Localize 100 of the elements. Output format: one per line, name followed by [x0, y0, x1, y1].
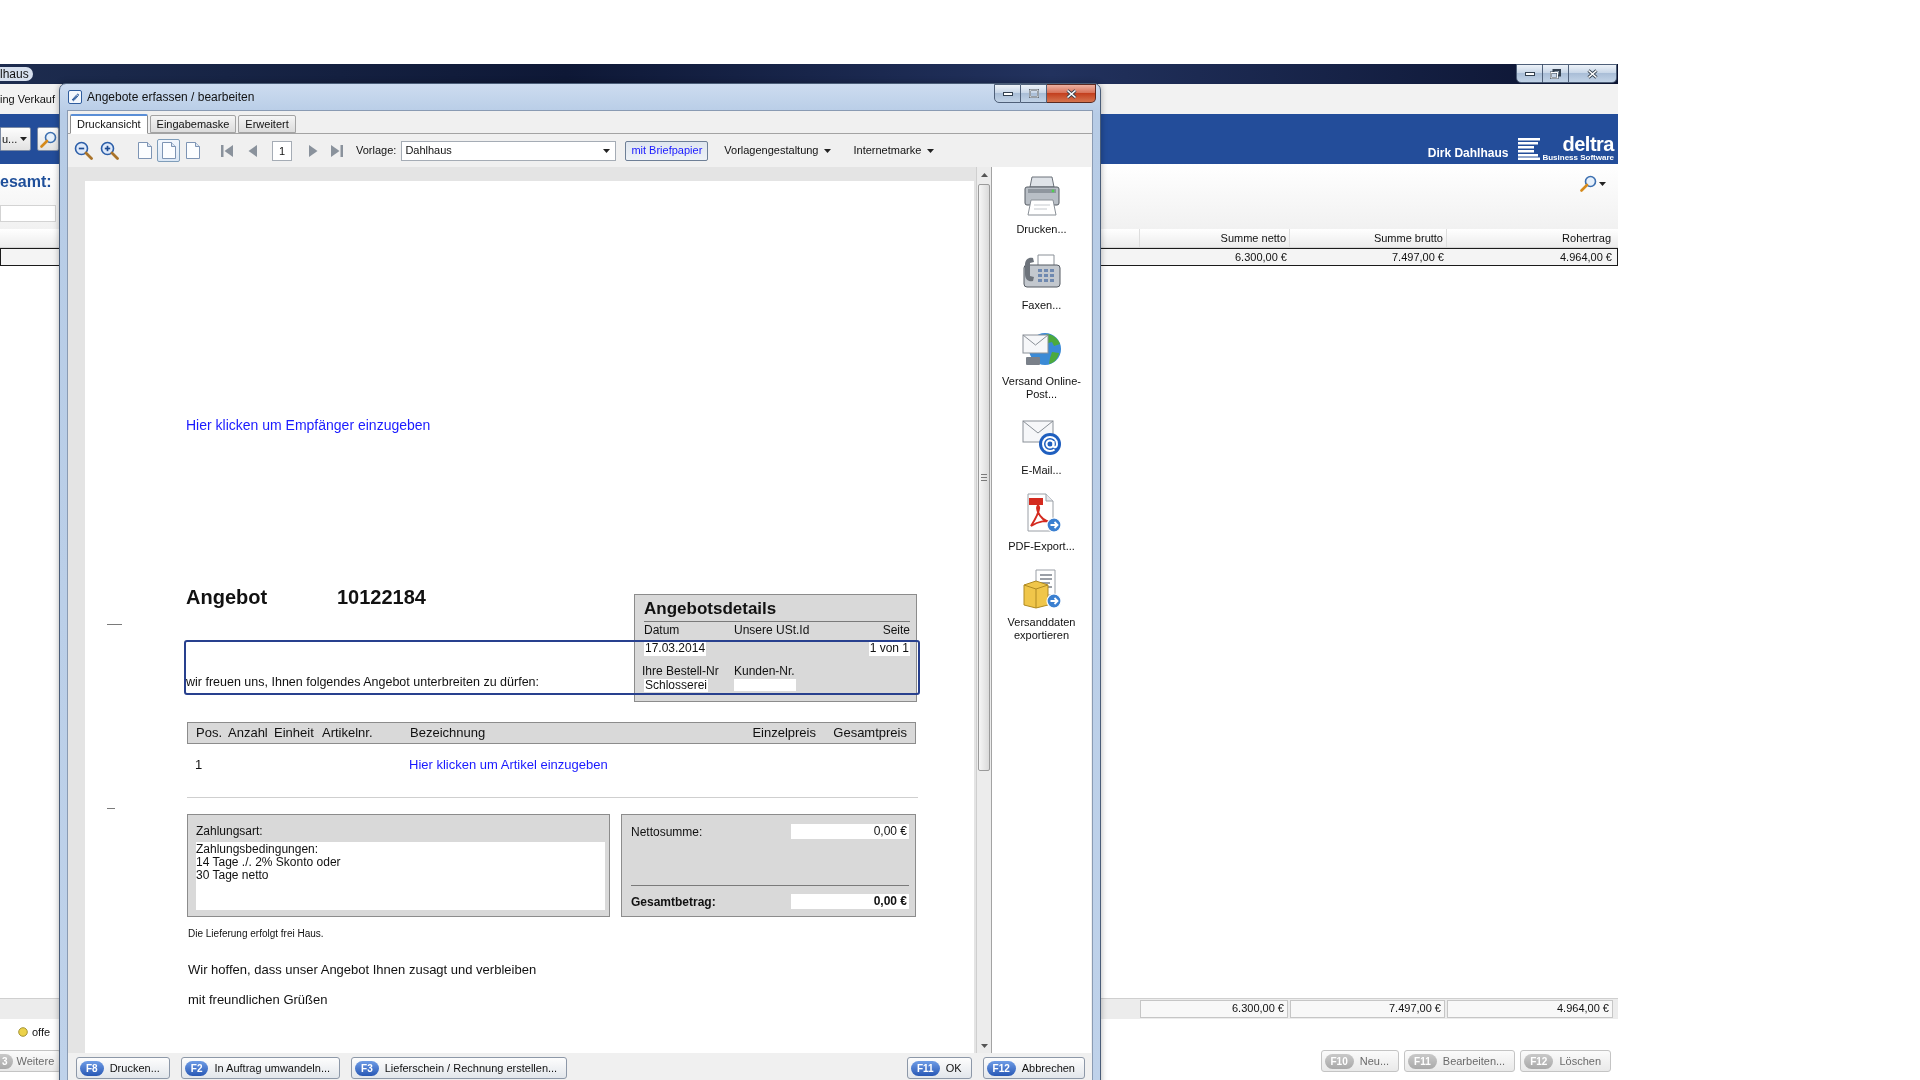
status-label: offe: [32, 1024, 51, 1040]
shortcut-key: F8: [80, 1060, 104, 1076]
column-header: Artikelnr.: [322, 724, 374, 743]
status-dot-icon: [18, 1027, 28, 1037]
template-design-menu[interactable]: Vorlagengestaltung: [724, 142, 832, 159]
letterhead-toggle[interactable]: mit Briefpapier: [625, 140, 709, 161]
page-view-button[interactable]: [157, 139, 180, 162]
table-cell-text: 4.964,00 €: [1560, 250, 1612, 265]
column-header: Einzelpreis: [751, 724, 816, 743]
template-dropdown[interactable]: Dahlhaus: [401, 140, 617, 161]
column-header[interactable]: Summe brutto: [1373, 229, 1443, 247]
column-header: Gesamtpreis: [832, 724, 907, 743]
net-total-label: Nettosumme:: [631, 823, 703, 841]
export-shipping-data-button[interactable]: Versanddaten exportieren: [995, 569, 1088, 642]
total-label: esamt:: [0, 172, 53, 192]
close-icon: [1065, 88, 1077, 99]
details-heading: Angebotsdetails: [644, 598, 778, 619]
menu-item[interactable]: Verkauf: [17, 90, 55, 108]
shortcut-key: F10: [1324, 1053, 1354, 1069]
payment-terms: Zahlungsbedingungen: 14 Tage ./. 2% Skonto oder 30 Tage netto: [196, 842, 605, 910]
customer-number-field: [734, 679, 796, 691]
fax-button[interactable]: Faxen...: [995, 252, 1088, 312]
field-label: Kunden-Nr.: [734, 664, 796, 678]
caret-icon: [824, 148, 832, 153]
caret-icon: [603, 148, 611, 153]
printer-icon: [1021, 176, 1062, 216]
column-header[interactable]: Summe netto: [1220, 229, 1286, 247]
app-icon: [68, 90, 82, 104]
article-link[interactable]: Hier klicken um Artikel einzugeben: [409, 755, 608, 775]
zoom-out-icon[interactable]: [74, 141, 93, 160]
next-page-icon[interactable]: [306, 143, 320, 158]
create-delivery-note-button[interactable]: F3 Lieferschein / Rechnung erstellen...: [351, 1057, 568, 1079]
page-number-field[interactable]: 1: [272, 140, 292, 161]
shortcut-key: F3: [355, 1060, 379, 1076]
tab[interactable]: Druckansicht: [70, 114, 148, 134]
shortcut-key: F11: [910, 1060, 940, 1076]
restore-button[interactable]: [1543, 64, 1569, 83]
maximize-icon: [1028, 89, 1039, 98]
previous-page-icon[interactable]: [246, 143, 260, 158]
close-button[interactable]: [1569, 64, 1617, 83]
table-cell-text: 6.300,00 €: [1235, 250, 1287, 265]
page-icon: [137, 142, 152, 159]
print-button[interactable]: F8 Drucken...: [76, 1057, 170, 1079]
search-icon: [39, 130, 57, 148]
minimize-icon: [1002, 91, 1013, 96]
search-field[interactable]: [0, 205, 56, 222]
shortcut-key: 3: [0, 1053, 13, 1069]
envelope-at-icon: [1021, 417, 1062, 457]
grand-total-label: Gesamtbetrag:: [631, 893, 716, 911]
maximize-button[interactable]: [1021, 84, 1047, 103]
scrollbar-thumb[interactable]: [978, 184, 990, 771]
last-page-icon[interactable]: [330, 143, 344, 158]
dropdown-button[interactable]: u...: [0, 127, 31, 151]
online-post-button[interactable]: Versand Online-Post...: [995, 328, 1088, 401]
field-value: Schlosserei: [644, 679, 709, 692]
fold-mark: [107, 624, 122, 625]
pdf-export-button[interactable]: PDF-Export...: [995, 493, 1088, 553]
minimize-button[interactable]: [1516, 64, 1543, 83]
convert-to-order-button[interactable]: F2 In Auftrag umwandeln...: [180, 1057, 341, 1079]
recipient-link[interactable]: Hier klicken um Empfänger einzugeben: [186, 417, 431, 433]
cancel-button[interactable]: F12 Abbrechen: [982, 1057, 1085, 1079]
logo-tagline: Business Software: [1542, 153, 1614, 162]
close-button[interactable]: [1047, 84, 1096, 103]
field-label: Unsere USt.Id: [734, 623, 811, 637]
print-button[interactable]: Drucken...: [995, 176, 1088, 236]
tab[interactable]: Erweitert: [238, 115, 296, 133]
closing-text: Wir hoffen, dass unser Angebot Ihnen zusagt und verbleiben: [188, 962, 537, 978]
window-title: Angebote erfassen / bearbeiten: [87, 89, 255, 106]
box-document-icon: [1021, 569, 1062, 609]
user-name: Dirk Dahlhaus: [1427, 146, 1509, 160]
template-label: Vorlage:: [356, 143, 397, 159]
closing-text: mit freundlichen Grüßen: [188, 992, 328, 1008]
column-header: Anzahl: [228, 724, 269, 743]
postage-stamp-menu[interactable]: Internetmarke: [853, 142, 935, 159]
tab[interactable]: Eingabemaske: [149, 115, 237, 133]
scroll-up-icon[interactable]: [980, 172, 988, 177]
search-button[interactable]: [37, 127, 59, 151]
field-label: Ihre Bestell-Nr: [642, 664, 720, 678]
column-header: Einheit: [274, 724, 315, 743]
page-icon: [185, 142, 200, 159]
table-cell-text: 7.497,00 €: [1392, 250, 1444, 265]
scroll-down-icon[interactable]: [980, 1043, 988, 1048]
caret-icon: [1599, 181, 1606, 186]
scrollbar[interactable]: [976, 167, 991, 1053]
zoom-in-icon[interactable]: [100, 141, 119, 160]
summary-cell: 7.497,00 €: [1290, 1000, 1445, 1018]
offer-number: 10122184: [337, 585, 426, 609]
first-page-icon[interactable]: [220, 143, 234, 158]
position-number: 1: [195, 756, 204, 775]
intro-text: wir freuen uns, Ihnen folgendes Angebot unterbreiten zu dürfen:: [186, 675, 540, 690]
ok-button[interactable]: F11 OK: [906, 1057, 972, 1079]
menu-item[interactable]: ing: [0, 90, 15, 108]
minimize-button[interactable]: [994, 84, 1021, 103]
logo-wordmark: deltra: [1562, 135, 1614, 153]
search-button[interactable]: [1580, 175, 1606, 192]
document-title: Angebot: [186, 585, 269, 609]
payment-label: Zahlungsart:: [196, 823, 264, 839]
email-button[interactable]: E-Mail...: [995, 417, 1088, 477]
summary-cell: 4.964,00 €: [1447, 1000, 1613, 1018]
column-header[interactable]: Rohertrag: [1562, 229, 1611, 247]
